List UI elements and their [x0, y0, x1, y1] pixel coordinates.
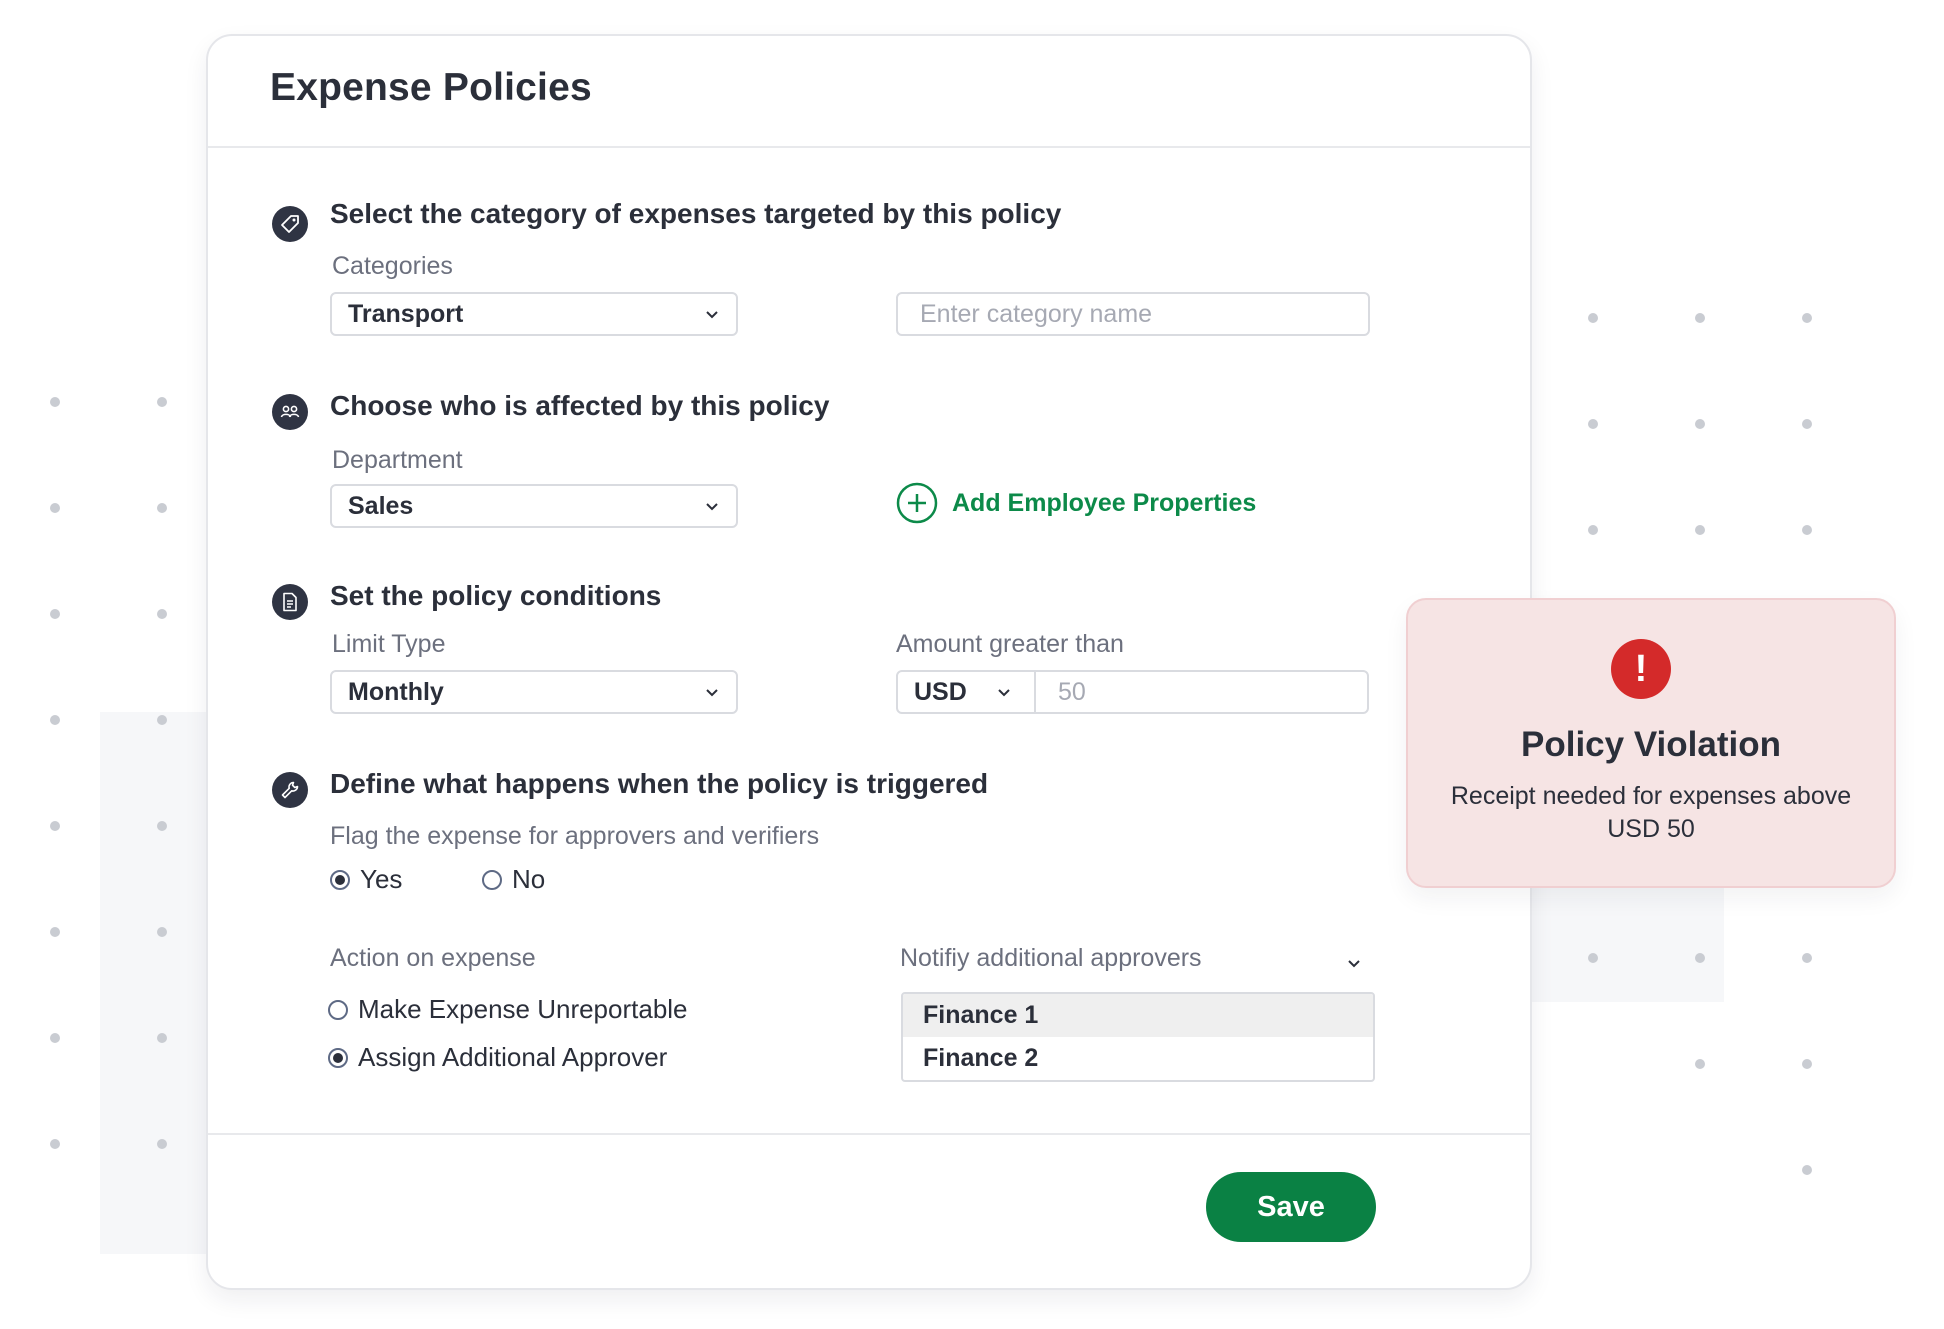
section-title-affected: Choose who is affected by this policy	[330, 390, 830, 421]
add-employee-properties-label: Add Employee Properties	[952, 488, 1257, 517]
add-employee-properties-button[interactable]: Add Employee Properties	[896, 482, 1256, 524]
background-dot	[157, 503, 167, 513]
department-label: Department	[332, 446, 463, 474]
background-dot	[1695, 525, 1705, 535]
background-dot	[1588, 525, 1598, 535]
background-dot	[157, 1033, 167, 1043]
page-title: Expense Policies	[270, 66, 592, 109]
assign-approver-radio[interactable]: Assign Additional Approver	[328, 1042, 667, 1073]
toast-message: Receipt needed for expenses above USD 50	[1450, 782, 1852, 843]
exclamation-icon: !	[1611, 639, 1671, 699]
background-dot	[157, 715, 167, 725]
amount-input[interactable]	[1034, 670, 1369, 714]
background-dot	[50, 1139, 60, 1149]
background-dot	[1802, 313, 1812, 323]
approvers-listbox[interactable]: Finance 1 Finance 2	[901, 992, 1375, 1082]
chevron-down-icon	[998, 689, 1010, 697]
card-header: Expense Policies	[208, 36, 1530, 148]
background-dot	[1802, 953, 1812, 963]
approver-option[interactable]: Finance 1	[903, 994, 1373, 1037]
chevron-down-icon[interactable]	[1346, 958, 1362, 970]
department-select-value: Sales	[348, 492, 414, 520]
background-dot	[157, 821, 167, 831]
make-unreportable-radio[interactable]: Make Expense Unreportable	[328, 994, 688, 1025]
background-dot	[50, 1033, 60, 1043]
flag-no-radio[interactable]: No	[482, 864, 545, 895]
section-title-conditions: Set the policy conditions	[330, 580, 662, 611]
background-dot	[1802, 1165, 1812, 1175]
flag-no-label: No	[512, 864, 546, 894]
background-dot	[50, 397, 60, 407]
action-on-expense-label: Action on expense	[330, 944, 536, 972]
expense-policies-card: Expense Policies Select the category of …	[206, 34, 1532, 1290]
background-dot	[157, 609, 167, 619]
flag-yes-radio[interactable]: Yes	[330, 864, 402, 895]
background-dot	[1588, 419, 1598, 429]
background-dot	[1802, 419, 1812, 429]
people-icon	[272, 394, 308, 430]
categories-select-value: Transport	[348, 300, 464, 328]
background-dot	[50, 821, 60, 831]
save-button[interactable]: Save	[1206, 1172, 1376, 1242]
background-dot	[1695, 419, 1705, 429]
background-dot	[50, 715, 60, 725]
limit-type-select-value: Monthly	[348, 678, 444, 706]
tag-icon	[272, 206, 308, 242]
wrench-icon	[272, 772, 308, 808]
chevron-down-icon	[706, 503, 718, 511]
toast-title: Policy Violation	[1521, 725, 1781, 764]
categories-label: Categories	[332, 252, 453, 280]
background-dot	[50, 927, 60, 937]
flag-yes-label: Yes	[360, 864, 403, 894]
background-panel-right	[1528, 880, 1724, 1002]
assign-approver-label: Assign Additional Approver	[358, 1042, 668, 1072]
background-dot	[1695, 313, 1705, 323]
chevron-down-icon	[706, 311, 718, 319]
background-dot	[157, 927, 167, 937]
background-dot	[50, 503, 60, 513]
background-dot	[1588, 953, 1598, 963]
section-title-triggered: Define what happens when the policy is t…	[330, 768, 989, 799]
background-dot	[1802, 1059, 1812, 1069]
currency-select-value: USD	[914, 678, 967, 706]
categories-select[interactable]: Transport	[330, 292, 738, 336]
category-name-input[interactable]	[896, 292, 1370, 336]
background-dot	[157, 397, 167, 407]
flag-expense-label: Flag the expense for approvers and verif…	[330, 822, 820, 850]
background-dot	[1695, 1059, 1705, 1069]
policy-violation-toast: ! Policy Violation Receipt needed for ex…	[1406, 598, 1896, 888]
section-title-category: Select the category of expenses targeted…	[330, 198, 1062, 229]
background-dot	[157, 1139, 167, 1149]
card-footer-divider	[208, 1133, 1530, 1135]
limit-type-select[interactable]: Monthly	[330, 670, 738, 714]
make-unreportable-label: Make Expense Unreportable	[358, 994, 688, 1024]
background-panel-left	[100, 712, 210, 1254]
document-icon	[272, 584, 308, 620]
limit-type-label: Limit Type	[332, 630, 446, 658]
background-dot	[1802, 525, 1812, 535]
background-dot	[50, 609, 60, 619]
chevron-down-icon	[706, 689, 718, 697]
currency-select[interactable]: USD	[896, 670, 1036, 714]
approver-option[interactable]: Finance 2	[903, 1037, 1373, 1080]
plus-circle-icon	[896, 482, 938, 524]
background-dot	[1588, 313, 1598, 323]
background-dot	[1695, 953, 1705, 963]
amount-label: Amount greater than	[896, 630, 1124, 658]
notify-approvers-label: Notifiy additional approvers	[900, 944, 1202, 972]
department-select[interactable]: Sales	[330, 484, 738, 528]
